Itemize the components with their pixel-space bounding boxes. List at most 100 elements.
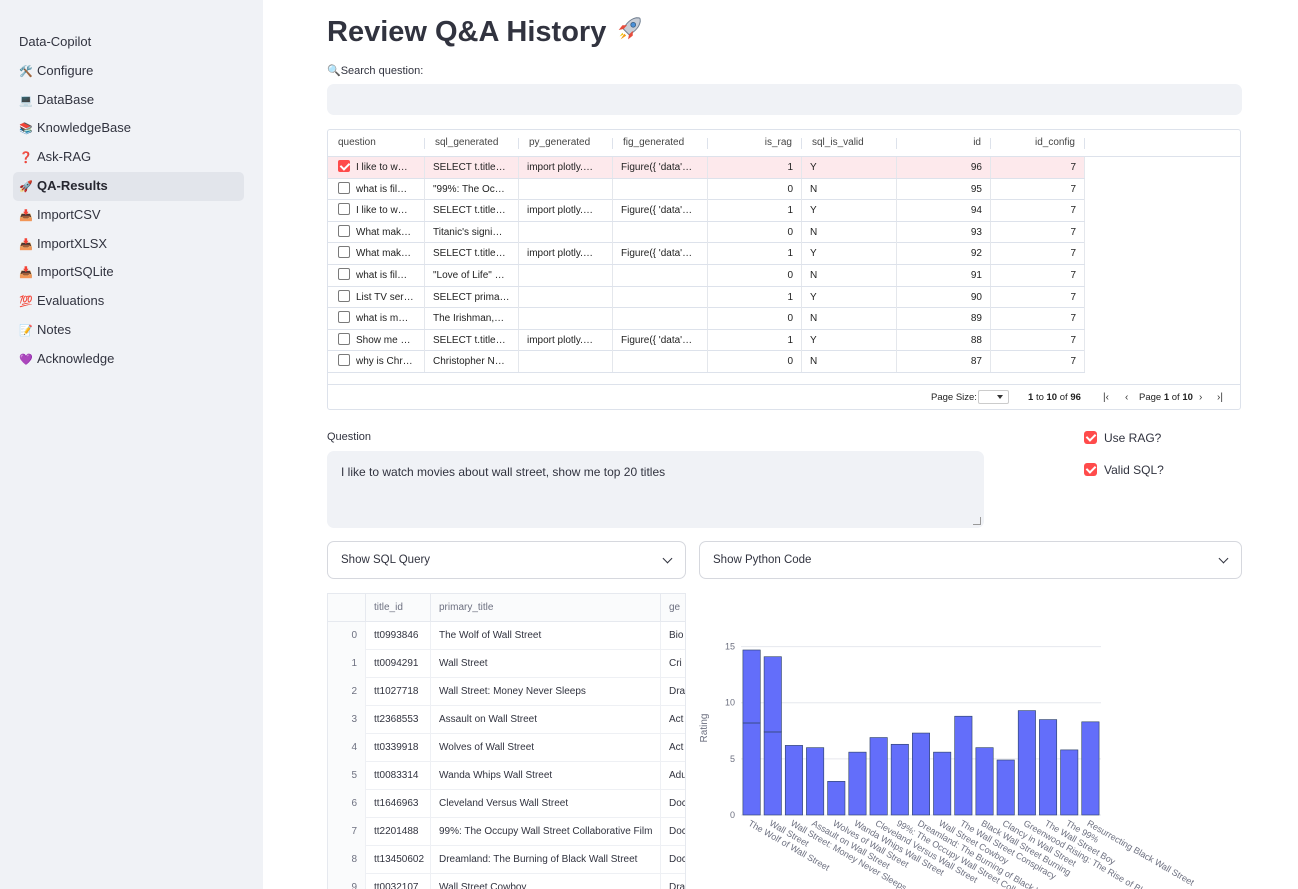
cell-id[interactable]: 92 [897,243,991,265]
df-cell[interactable]: Doc [661,846,685,874]
row-select-checkbox[interactable] [338,224,350,237]
df-row[interactable]: 3 tt2368553 Assault on Wall Street Act [328,706,685,734]
df-column-header[interactable]: title_id [366,594,431,622]
df-cell[interactable]: tt2201488 [366,818,431,846]
df-cell[interactable]: Doc [661,818,685,846]
cell-fig[interactable]: Figure({ 'data'… [613,243,708,265]
df-cell[interactable]: tt13450602 [366,846,431,874]
cell-is-rag[interactable]: 0 [708,351,802,373]
row-select-checkbox[interactable] [338,354,350,367]
cell-fig[interactable] [613,178,708,200]
cell-valid[interactable]: Y [802,200,897,222]
column-header-sql-generated[interactable]: sql_generated [425,130,519,156]
row-select-checkbox[interactable] [338,203,350,216]
cell-is-rag[interactable]: 1 [708,157,802,178]
table-row[interactable]: Show me … SELECT t.title… import plotly.… F… [328,329,1085,352]
bar[interactable] [1060,749,1079,816]
cell-sql[interactable]: "99%: The Oc… [425,178,519,200]
column-header-py-generated[interactable]: py_generated [519,130,613,156]
sidebar-item-acknowledge[interactable]: 💜 Acknowledge [13,345,244,374]
cell-fig[interactable]: Figure({ 'data'… [613,157,708,178]
cell-sql[interactable]: SELECT t.title… [425,157,519,178]
bar[interactable] [742,722,761,816]
cell-question[interactable]: What mak… [328,221,425,243]
cell-valid[interactable]: Y [802,286,897,308]
bar[interactable] [1081,721,1100,816]
df-row[interactable]: 0 tt0993846 The Wolf of Wall Street Bio [328,622,685,650]
column-header-id[interactable]: id [897,130,991,156]
bar[interactable] [890,743,909,816]
df-column-header[interactable]: primary_title [431,594,661,622]
cell-fig[interactable] [613,286,708,308]
df-index-cell[interactable]: 2 [328,678,366,706]
cell-py[interactable]: import plotly.… [519,243,613,265]
cell-id-config[interactable]: 7 [991,265,1085,286]
next-page-icon[interactable]: › [1199,392,1202,403]
df-cell[interactable]: tt0993846 [366,622,431,650]
df-cell[interactable]: Assault on Wall Street [431,706,661,734]
cell-question[interactable]: List TV ser… [328,286,425,308]
cell-question[interactable]: I like to w… [328,200,425,222]
table-row[interactable]: what is m… The Irishman,… 0 N 89 7 [328,308,1085,330]
show-sql-expander[interactable]: Show SQL Query [327,541,686,579]
cell-question[interactable]: what is m… [328,308,425,330]
row-select-checkbox[interactable] [338,289,350,302]
df-cell[interactable]: Doc [661,790,685,818]
cell-id-config[interactable]: 7 [991,351,1085,373]
cell-py[interactable]: import plotly.… [519,329,613,351]
df-cell[interactable]: Wall Street [431,650,661,678]
df-index-cell[interactable]: 7 [328,818,366,846]
valid-sql-checkbox[interactable]: Valid SQL? [1084,463,1164,477]
cell-is-rag[interactable]: 0 [708,221,802,243]
cell-id[interactable]: 87 [897,351,991,373]
cell-id-config[interactable]: 7 [991,308,1085,330]
cell-id-config[interactable]: 7 [991,329,1085,351]
column-header-is-rag[interactable]: is_rag [708,130,802,156]
cell-sql[interactable]: "Love of Life" … [425,265,519,286]
row-select-checkbox[interactable] [338,268,350,280]
df-cell[interactable]: Dreamland: The Burning of Black Wall Str… [431,846,661,874]
bar[interactable] [763,731,782,816]
cell-sql[interactable]: The Irishman,… [425,308,519,330]
sidebar-item-importsqlite[interactable]: 📥 ImportSQLite [13,258,244,287]
df-cell[interactable]: tt0094291 [366,650,431,678]
sidebar-item-data-copilot[interactable]: Data-Copilot [13,28,244,57]
cell-valid[interactable]: N [802,351,897,373]
df-index-cell[interactable]: 9 [328,874,366,889]
last-page-icon[interactable]: ›| [1217,392,1223,403]
bar[interactable] [827,781,846,816]
df-row[interactable]: 7 tt2201488 99%: The Occupy Wall Street Co… [328,818,685,846]
cell-is-rag[interactable]: 0 [708,308,802,330]
cell-question[interactable]: Show me … [328,329,425,351]
bar[interactable] [806,747,825,816]
cell-is-rag[interactable]: 1 [708,243,802,265]
sidebar-item-qa-results[interactable]: 🚀 QA-Results [13,171,244,201]
df-row[interactable]: 2 tt1027718 Wall Street: Money Never Sleep… [328,678,685,706]
column-header-sql-is-valid[interactable]: sql_is_valid [802,130,897,156]
cell-fig[interactable]: Figure({ 'data'… [613,329,708,351]
df-column-header[interactable]: ge [661,594,685,622]
table-row[interactable]: why is Chr… Christopher N… 0 N 87 7 [328,351,1085,373]
row-select-checkbox[interactable] [338,311,350,324]
df-row[interactable]: 5 tt0083314 Wanda Whips Wall Street Adu [328,762,685,790]
cell-py[interactable] [519,221,613,243]
sidebar-item-importcsv[interactable]: 📥 ImportCSV [13,201,244,230]
cell-id-config[interactable]: 7 [991,286,1085,308]
cell-id-config[interactable]: 7 [991,178,1085,200]
df-cell[interactable]: Wall Street: Money Never Sleeps [431,678,661,706]
cell-is-rag[interactable]: 1 [708,200,802,222]
bar[interactable] [996,759,1015,816]
prev-page-icon[interactable]: ‹ [1125,392,1128,403]
row-select-checkbox[interactable] [338,181,350,194]
df-index-cell[interactable]: 3 [328,706,366,734]
bar[interactable] [869,737,888,816]
column-separator[interactable] [1084,138,1085,149]
cell-id-config[interactable]: 7 [991,243,1085,265]
cell-sql[interactable]: Christopher N… [425,351,519,373]
cell-id[interactable]: 88 [897,329,991,351]
question-textarea[interactable]: I like to watch movies about wall street… [327,451,984,528]
cell-valid[interactable]: Y [802,243,897,265]
first-page-icon[interactable]: |‹ [1103,392,1109,403]
cell-is-rag[interactable]: 1 [708,286,802,308]
cell-valid[interactable]: N [802,265,897,286]
